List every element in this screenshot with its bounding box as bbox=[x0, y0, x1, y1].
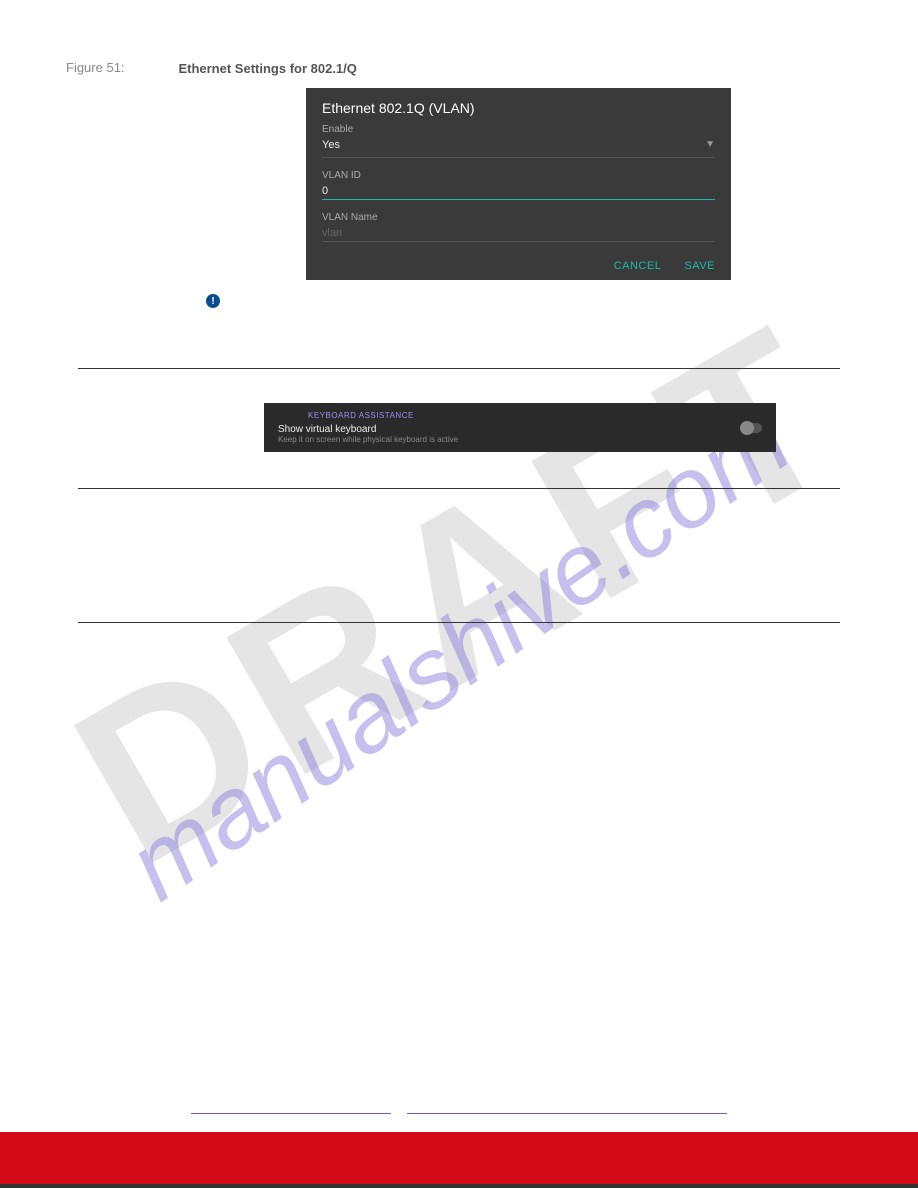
list-item bbox=[98, 547, 840, 567]
figure-label: Figure 51: bbox=[66, 60, 174, 75]
notice-row: ! bbox=[66, 292, 852, 308]
vlan-id-input[interactable]: 0 bbox=[322, 181, 715, 200]
list-item bbox=[98, 527, 840, 547]
cancel-button[interactable]: CANCEL bbox=[614, 260, 661, 272]
ss2-sub: Keep it on screen while physical keyboar… bbox=[278, 435, 458, 444]
enable-value: Yes bbox=[322, 135, 340, 154]
dialog-title: Ethernet 802.1Q (VLAN) bbox=[322, 100, 715, 116]
figure-title: Ethernet Settings for 802.1/Q bbox=[178, 61, 356, 76]
section1-body bbox=[66, 381, 852, 393]
url-underline-1 bbox=[191, 1111, 391, 1114]
figure-row: Figure 51: Ethernet Settings for 802.1/Q bbox=[66, 60, 852, 78]
vlan-name-label: VLAN Name bbox=[322, 212, 715, 223]
virtual-keyboard-toggle[interactable] bbox=[740, 423, 762, 433]
section-divider-1 bbox=[78, 368, 840, 369]
enable-label: Enable bbox=[322, 124, 715, 135]
enable-dropdown[interactable]: Yes ▼ bbox=[322, 135, 715, 158]
section2-bullets bbox=[66, 501, 852, 572]
vlan-name-input[interactable]: vlan bbox=[322, 223, 715, 242]
url-underline-2 bbox=[407, 1111, 727, 1114]
section-divider-3 bbox=[78, 622, 840, 623]
ethernet-vlan-dialog: Ethernet 802.1Q (VLAN) Enable Yes ▼ VLAN… bbox=[306, 88, 731, 280]
list-item bbox=[98, 507, 840, 527]
keyboard-assistance-screenshot: KEYBOARD ASSISTANCE Show virtual keyboar… bbox=[264, 403, 776, 452]
chevron-down-icon: ▼ bbox=[705, 139, 715, 150]
save-button[interactable]: SAVE bbox=[684, 260, 715, 272]
info-icon: ! bbox=[206, 294, 220, 308]
ss2-header: KEYBOARD ASSISTANCE bbox=[308, 411, 458, 420]
ss2-title: Show virtual keyboard bbox=[278, 424, 458, 435]
section-divider-2 bbox=[78, 488, 840, 489]
footer-urls bbox=[0, 1106, 918, 1118]
vlan-id-label: VLAN ID bbox=[322, 170, 715, 181]
dialog-actions: CANCEL SAVE bbox=[322, 260, 715, 272]
footer-band bbox=[0, 1132, 918, 1188]
footer-bottom-line bbox=[0, 1184, 918, 1188]
